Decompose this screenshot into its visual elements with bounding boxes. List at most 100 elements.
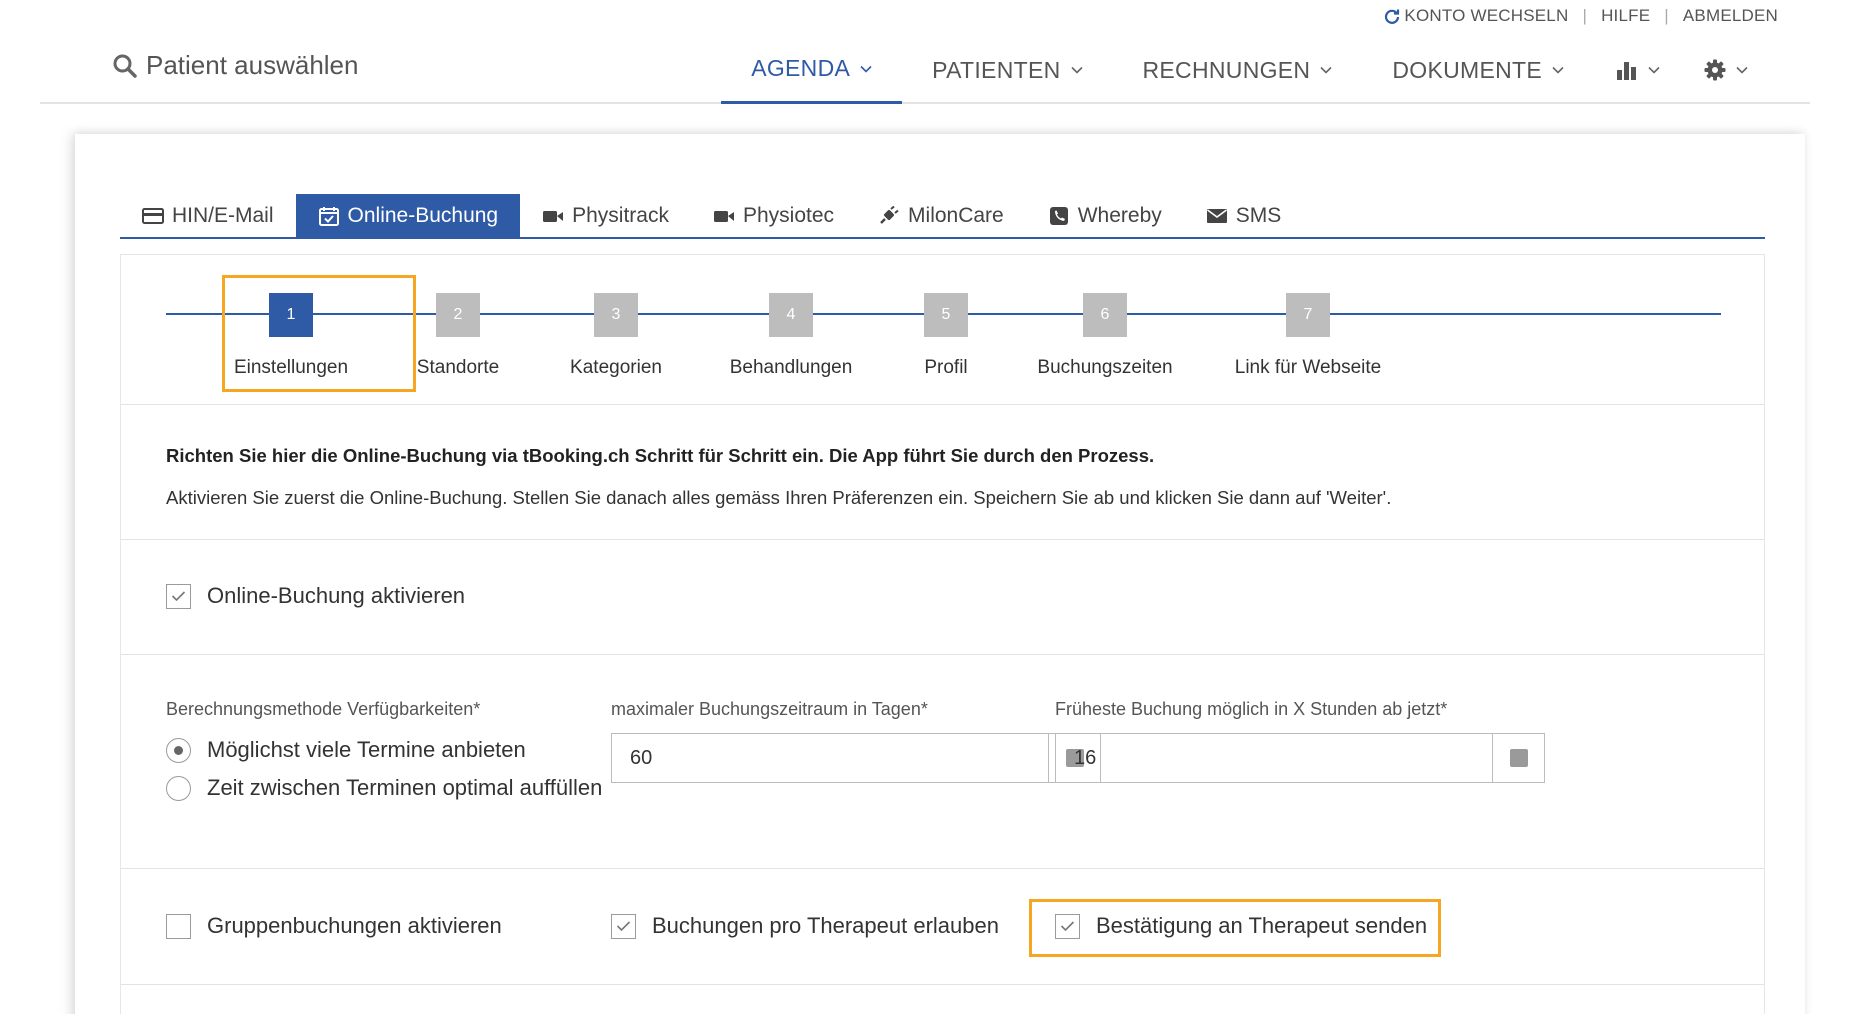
patient-search-label: Patient auswählen [146,50,359,80]
availability-settings: Berechnungsmethode Verfügbarkeiten* Mögl… [121,655,1764,869]
nav-statistics[interactable] [1594,36,1682,104]
nav-dokumente-label: DOKUMENTE [1392,56,1542,83]
activate-online-booking[interactable]: Online-Buchung aktivieren [166,583,465,609]
earliest-value[interactable]: 16 [1056,734,1492,782]
tab-online-buchung[interactable]: Online-Buchung [295,194,521,237]
method-label: Berechnungsmethode Verfügbarkeiten* [166,699,481,719]
nav-settings[interactable] [1682,36,1770,104]
max-days-value[interactable]: 60 [612,734,1048,782]
earliest-input[interactable]: 16 [1055,733,1545,783]
chevron-down-icon [860,65,872,73]
nav-agenda[interactable]: AGENDA [721,36,903,104]
nav-patienten[interactable]: PATIENTEN [902,36,1112,104]
tab-physitrack-label: Physitrack [572,203,669,227]
wizard-step-3[interactable]: 3 Kategorien [516,293,716,379]
intro-text: Aktivieren Sie zuerst die Online-Buchung… [166,487,1392,508]
max-days-input[interactable]: 60 [611,733,1101,783]
earliest-label: Früheste Buchung möglich in X Stunden ab… [1055,699,1448,719]
nav-patienten-label: PATIENTEN [932,56,1061,83]
tab-miloncare-label: MilonCare [908,203,1004,227]
tab-physiotec-label: Physiotec [742,203,835,227]
checkmark-icon [616,921,631,932]
method-option-label: Zeit zwischen Terminen optimal auffüllen [207,775,603,800]
nav-rechnungen-label: RECHNUNGEN [1142,56,1311,83]
booking-options: Gruppenbuchungen aktivieren Buchungen pr… [121,869,1764,985]
utility-bar: KONTO WECHSELN | HILFE | ABMELDEN [1384,6,1778,26]
phone-square-icon [1049,206,1068,225]
step-label: Buchungszeiten [1037,357,1173,378]
separator: | [1664,6,1669,25]
checkmark-icon [171,591,186,602]
nav-agenda-label: AGENDA [751,55,851,81]
help-link[interactable]: HILFE [1601,6,1650,26]
switch-account-link[interactable]: KONTO WECHSELN [1384,6,1568,26]
step-label: Kategorien [570,357,662,378]
intro-heading: Richten Sie hier die Online-Buchung via … [166,445,1155,466]
activate-label: Online-Buchung aktivieren [207,583,466,608]
intro-section: Richten Sie hier die Online-Buchung via … [121,405,1764,540]
per-therapist-label: Buchungen pro Therapeut erlauben [652,913,999,938]
max-days-label: maximaler Buchungszeitraum in Tagen* [611,699,928,719]
step-label: Link für Webseite [1234,357,1382,378]
search-icon [113,54,137,78]
square-icon [1509,749,1528,767]
step-highlight-box [222,275,416,392]
main-header: Patient auswählen AGENDA PATIENTEN RECHN… [40,36,1810,104]
group-bookings-option[interactable]: Gruppenbuchungen aktivieren [166,913,502,939]
chevron-down-icon [1552,66,1564,74]
tab-sms[interactable]: SMS [1184,194,1304,237]
tab-sms-label: SMS [1235,203,1282,227]
activate-checkbox[interactable] [166,583,191,609]
switch-account-label: KONTO WECHSELN [1404,6,1569,25]
earliest-addon [1492,734,1544,782]
patient-search[interactable]: Patient auswählen [112,50,358,81]
nav-dokumente[interactable]: DOKUMENTE [1362,36,1594,104]
method-option-max-appointments[interactable]: Möglichst viele Termine anbieten [166,737,526,763]
method-option-fill-gaps[interactable]: Zeit zwischen Terminen optimal auffüllen [166,775,602,801]
step-number: 6 [1083,293,1127,337]
main-nav: AGENDA PATIENTEN RECHNUNGEN DOKUMENTE [721,36,1770,104]
step-number: 7 [1286,293,1330,337]
step-number: 5 [924,293,968,337]
wizard-step-7[interactable]: 7 Link für Webseite [1208,293,1408,379]
step-number: 3 [594,293,638,337]
method-option-label: Möglichst viele Termine anbieten [207,737,526,762]
video-camera-icon [713,210,734,222]
radio-unselected[interactable] [166,775,191,801]
bar-chart-icon [1617,62,1636,80]
tab-content: 1 Einstellungen 2 Standorte 3 Kategorien… [120,254,1765,1014]
step-number: 4 [769,293,813,337]
chevron-down-icon [1648,66,1660,74]
refresh-icon [1385,9,1400,24]
group-bookings-label: Gruppenbuchungen aktivieren [207,913,502,938]
radio-selected[interactable] [166,737,191,763]
tab-hin-email-label: HIN/E-Mail [172,203,274,227]
separator: | [1582,6,1588,25]
activate-section: Online-Buchung aktivieren [121,540,1764,655]
tab-physitrack[interactable]: Physitrack [520,194,691,237]
credit-card-icon [142,207,164,224]
logout-link[interactable]: ABMELDEN [1683,6,1778,26]
envelope-icon [1206,208,1227,223]
chevron-down-icon [1320,66,1332,74]
plug-icon [880,205,899,224]
tab-hin-email[interactable]: HIN/E-Mail [120,194,296,237]
chevron-down-icon [1070,66,1083,74]
nav-rechnungen[interactable]: RECHNUNGEN [1113,36,1363,104]
calendar-check-icon [318,206,339,226]
group-bookings-checkbox[interactable] [166,913,191,939]
chevron-down-icon [1736,66,1748,74]
tab-miloncare[interactable]: MilonCare [856,194,1026,237]
step-number: 2 [436,293,480,337]
per-therapist-option[interactable]: Buchungen pro Therapeut erlauben [611,913,999,939]
tab-physiotec[interactable]: Physiotec [691,194,856,237]
radio-dot [174,745,183,755]
tab-whereby[interactable]: Whereby [1026,194,1184,237]
gear-icon [1704,59,1726,81]
tab-online-buchung-label: Online-Buchung [347,203,499,227]
tab-whereby-label: Whereby [1077,203,1162,227]
per-therapist-checkbox[interactable] [611,913,636,939]
wizard-step-6[interactable]: 6 Buchungszeiten [1005,293,1205,379]
confirmation-highlight-box [1029,899,1441,957]
video-camera-icon [543,210,564,222]
